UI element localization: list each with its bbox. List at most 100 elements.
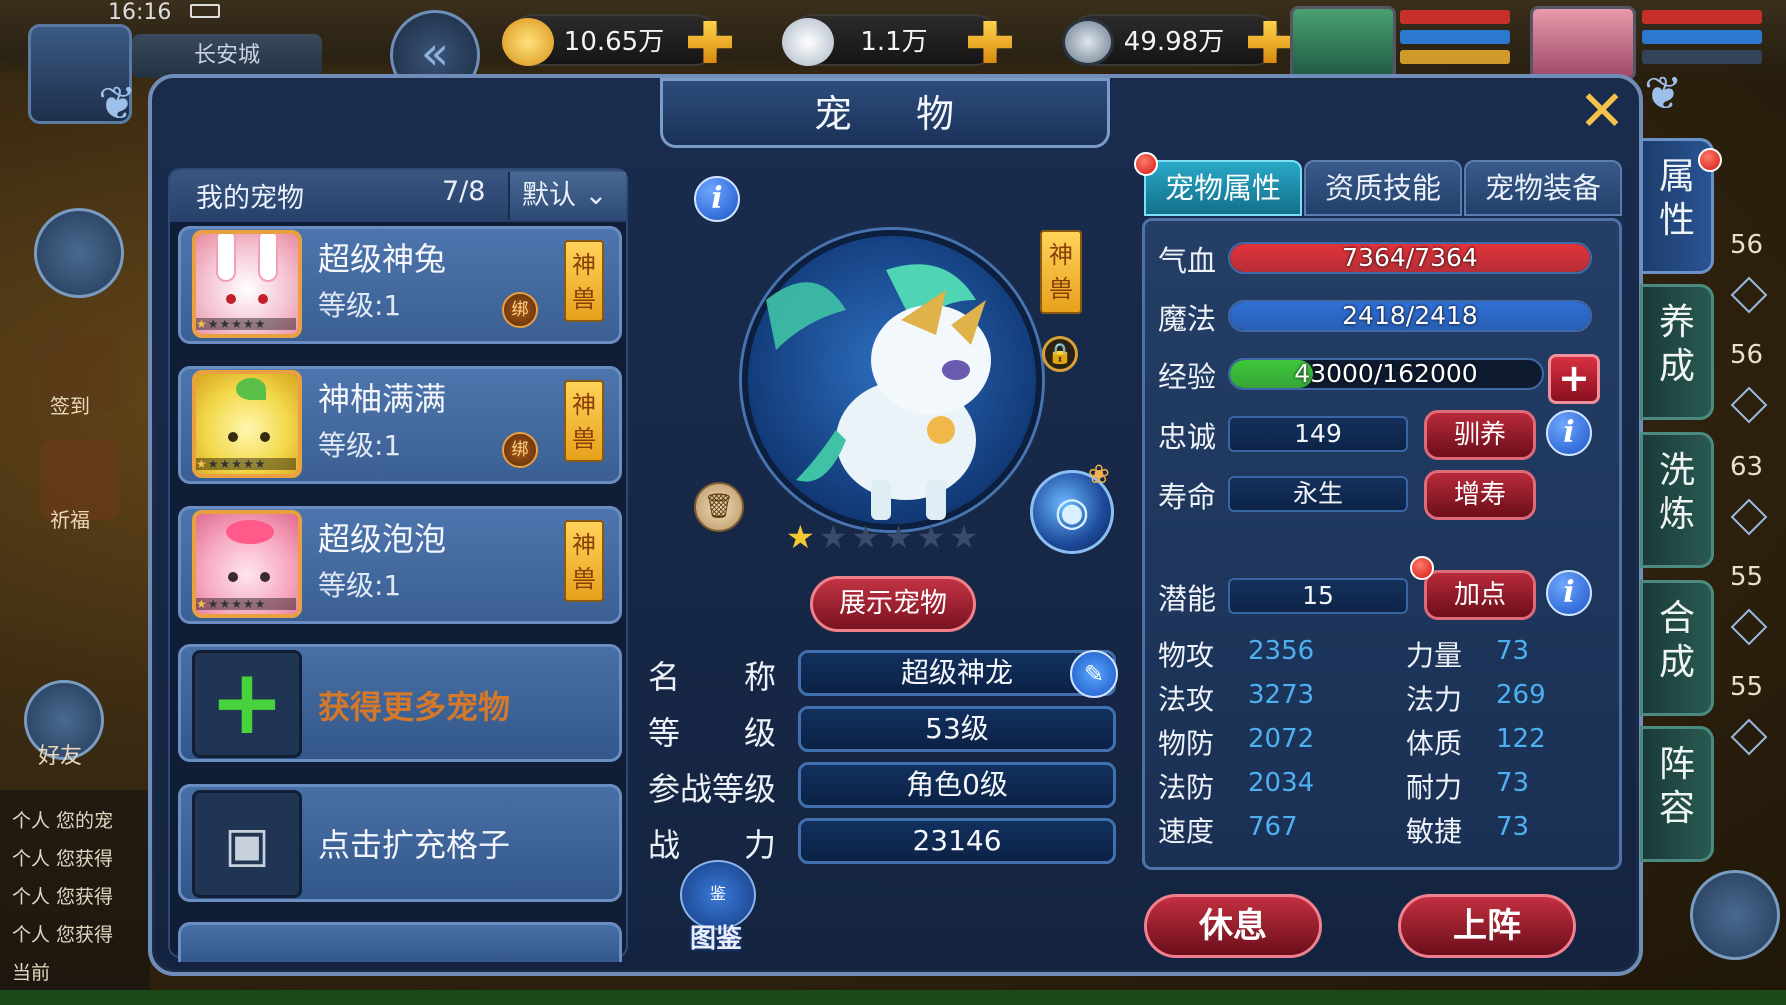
stat-value: 73 [1496,768,1530,798]
team-member-avatar[interactable] [1290,6,1396,80]
divine-beast-badge: 神兽 [564,240,604,322]
currency-silver: 1.1万 [782,14,1012,66]
hp-bar: 7364/7364 [1228,242,1592,274]
silver-value: 1.1万 [860,27,928,57]
gold-value: 10.65万 [563,27,665,57]
side-number: 55 [1730,672,1764,702]
diamond-icon [1730,718,1768,756]
diamond-icon [1730,386,1768,424]
pet-list-item[interactable] [178,922,622,962]
pet-name: 神柚满满 [318,380,447,418]
pet-dex-label[interactable]: 图鉴 [690,918,742,955]
coin-value: 49.98万 [1123,27,1225,57]
silver-ingot-icon [782,18,834,66]
location-label[interactable]: 长安城 [132,34,322,78]
stat-label: 体质 [1406,727,1463,760]
tab-aptitude-skills[interactable]: 资质技能 [1304,160,1462,216]
info-icon[interactable]: i [694,176,740,222]
potential-label: 潜能 [1158,582,1217,616]
show-pet-button[interactable]: 展示宠物 [810,576,976,632]
pet-star-rating: ★★★★★★ [786,518,983,556]
add-exp-button[interactable]: + [1548,354,1600,404]
stat-label: 速度 [1158,815,1215,848]
add-points-button[interactable]: 加点 [1424,570,1536,620]
lock-icon[interactable]: 🔒 [1042,336,1078,372]
info-icon[interactable]: i [1546,410,1592,456]
stat-value: 122 [1496,724,1546,754]
paw-icon: ❀ [1088,460,1110,490]
side-number: 56 [1730,340,1764,370]
field-label-name: 名 称 [648,658,777,696]
loyalty-label: 忠诚 [1158,420,1217,454]
extend-life-button[interactable]: 增寿 [1424,470,1536,520]
corner-ornament: ❦ [98,76,137,130]
battery-icon [190,4,220,18]
hp-value: 7364/7364 [1342,243,1478,272]
pet-level-field: 53级 [798,706,1116,752]
dragon-pet-image [766,264,991,520]
notification-dot [1410,556,1434,580]
close-icon[interactable]: ✕ [1572,84,1632,142]
release-pet-icon[interactable]: 🗑 [694,482,744,532]
lifespan-value: 永生 [1228,476,1408,512]
divine-beast-badge: 神兽 [564,520,604,602]
pet-stars: ★★★★★★ [196,318,296,330]
pet-level: 等级:1 [318,569,402,602]
stat-value: 2356 [1248,636,1315,666]
chevron-down-icon: ⌄ [576,180,608,211]
side-tab-synthesize[interactable]: 合成 [1640,580,1714,716]
divine-beast-badge: 神兽 [1040,230,1082,314]
side-tab-lineup[interactable]: 阵容 [1640,726,1714,862]
pet-stars: ★★★★★★ [196,598,296,610]
stat-label: 敏捷 [1406,815,1463,848]
expand-slots-label: 点击扩充格子 [318,826,511,864]
side-number: 56 [1730,230,1764,260]
pet-stars: ★★★★★★ [196,458,296,470]
diamond-icon [1730,276,1768,314]
team-member-avatar[interactable] [1530,6,1636,80]
potential-value: 15 [1228,578,1408,614]
hp-label: 气血 [1158,244,1217,278]
side-tab-refine[interactable]: 洗炼 [1640,432,1714,568]
sort-dropdown[interactable]: 默认 ⌄ [508,172,626,220]
pet-count: 7/8 [442,176,486,207]
team-member-bars [1642,10,1762,70]
stat-value: 73 [1496,812,1530,842]
expand-menu-icon[interactable] [1690,870,1780,960]
exp-bar: 43000/162000 [1228,358,1544,390]
stat-label: 力量 [1406,639,1463,672]
pet-level: 等级:1 [318,429,402,462]
side-number: 63 [1730,452,1764,482]
info-icon[interactable]: i [1546,570,1592,616]
tab-pet-attributes[interactable]: 宠物属性 [1144,160,1302,216]
locked-slot-icon: ▣ [192,790,302,898]
currency-coin: 49.98万 [1062,14,1292,66]
collapse-icon[interactable] [34,208,124,298]
stat-label: 法攻 [1158,683,1215,716]
deploy-button[interactable]: 上阵 [1398,894,1576,958]
stat-value: 767 [1248,812,1298,842]
pet-name-field: 超级神龙 [798,650,1116,696]
chat-line: 个人 您的宠 [12,810,114,832]
stat-value: 2072 [1248,724,1315,754]
status-time: 16:16 [108,0,172,25]
stat-value: 3273 [1248,680,1315,710]
pet-name: 超级神兔 [318,240,447,278]
coin-icon [1062,18,1114,66]
field-label-battle-level: 参战等级 [648,770,777,808]
sign-in-label: 签到 [50,394,90,418]
rename-pencil-icon[interactable]: ✎ [1070,650,1118,698]
pet-list-title: 我的宠物 [196,183,304,214]
stat-label: 物防 [1158,727,1215,760]
pray-label: 祈福 [50,508,90,532]
bound-badge: 绑 [502,432,538,468]
field-label-power: 战 力 [648,826,777,864]
stat-label: 法力 [1406,683,1463,716]
lifespan-label: 寿命 [1158,480,1217,514]
chat-line: 个人 您获得 [12,848,114,870]
rest-button[interactable]: 休息 [1144,894,1322,958]
tame-button[interactable]: 驯养 [1424,410,1536,460]
exp-value: 43000/162000 [1294,359,1478,388]
side-tab-cultivate[interactable]: 养成 [1640,284,1714,420]
tab-pet-equipment[interactable]: 宠物装备 [1464,160,1622,216]
